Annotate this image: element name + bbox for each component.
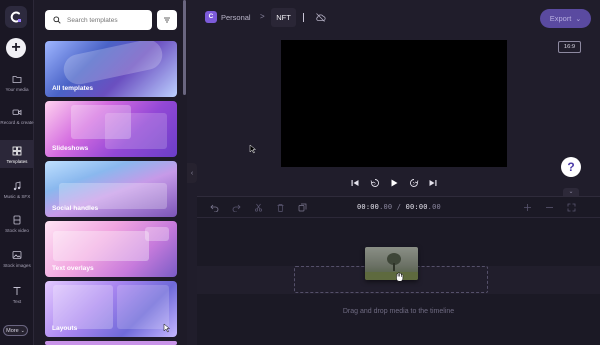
film-icon [13, 215, 21, 225]
duplicate-icon[interactable] [298, 203, 307, 212]
card-title: All templates [52, 85, 94, 92]
templates-panel: All templates Slideshows Social handles … [34, 0, 187, 345]
logo-icon [10, 11, 21, 23]
search-icon [53, 16, 61, 24]
skip-to-start-icon[interactable] [350, 178, 360, 188]
card-title: Social handles [52, 205, 99, 212]
music-note-icon [13, 181, 21, 191]
current-time: 00:00 [357, 203, 380, 211]
play-icon[interactable] [389, 178, 399, 188]
rail-item-your-media[interactable]: Your media [0, 74, 34, 98]
project-title-input[interactable]: NFT [271, 8, 296, 27]
drop-hint-text: Drag and drop media to the timeline [342, 308, 455, 315]
video-preview[interactable] [281, 40, 507, 167]
fit-to-screen-icon[interactable] [567, 203, 576, 212]
workspace-name[interactable]: Personal [221, 13, 251, 22]
zoom-out-icon[interactable] [545, 203, 554, 212]
total-time-frac: .00 [427, 203, 441, 211]
dragged-media-thumbnail[interactable] [365, 247, 418, 280]
export-label: Export [549, 14, 572, 23]
playback-controls: 5 5 [350, 176, 438, 190]
template-card-social-handles[interactable]: Social handles [45, 161, 177, 217]
rail-item-text[interactable]: Text [0, 286, 34, 310]
folder-icon [12, 76, 22, 83]
mouse-cursor-icon [249, 144, 257, 154]
workspace-avatar[interactable]: C [205, 11, 217, 23]
help-button[interactable]: ? [561, 157, 581, 177]
rail-item-stock-images[interactable]: Stock images [0, 250, 34, 274]
svg-text:5: 5 [412, 182, 414, 186]
text-icon [13, 287, 21, 295]
collapse-panel-button[interactable]: ‹ [187, 163, 197, 183]
rail-item-record-create[interactable]: Record & create [0, 107, 34, 135]
rail-item-label: Music & SFX [3, 194, 31, 199]
image-icon [12, 251, 22, 259]
card-title: Text overlays [52, 265, 94, 272]
chevron-down-icon: ⌄ [20, 327, 25, 334]
templates-icon [12, 146, 22, 156]
rail-item-templates[interactable]: Templates [0, 140, 34, 168]
rail-item-label: Templates [6, 159, 28, 164]
rail-item-label: Stock images [3, 263, 31, 268]
template-card-layouts[interactable]: Layouts [45, 281, 177, 337]
undo-icon[interactable] [210, 203, 219, 212]
zoom-in-icon[interactable] [523, 203, 532, 212]
template-card-all-templates[interactable]: All templates [45, 41, 177, 97]
scissors-icon[interactable] [254, 203, 263, 212]
breadcrumb-separator: > [260, 12, 265, 21]
current-time-frac: .00 [379, 203, 393, 211]
rail-item-music-sfx[interactable]: Music & SFX [0, 181, 34, 205]
left-rail: + Your media Record & create Templates M… [0, 0, 34, 345]
rail-item-label: Record & create [0, 120, 34, 125]
rail-item-stock-video[interactable]: Stock video [0, 215, 34, 239]
filter-button[interactable] [157, 10, 177, 30]
create-new-button[interactable]: + [6, 38, 26, 58]
cursor-arrow-icon [163, 323, 171, 333]
template-card-slideshows[interactable]: Slideshows [45, 101, 177, 157]
redo-icon[interactable] [232, 203, 241, 212]
more-button[interactable]: More ⌄ [3, 325, 28, 336]
timeline-toolbar: 00:00.00 / 00:00.00 [197, 197, 600, 218]
template-card-partial[interactable] [45, 341, 177, 345]
export-button[interactable]: Export ⌄ [540, 9, 591, 28]
search-box[interactable] [45, 10, 152, 30]
svg-text:5: 5 [373, 182, 375, 186]
aspect-ratio-button[interactable]: 16:9 [558, 41, 581, 53]
rail-item-label: Text [12, 299, 22, 304]
card-title: Layouts [52, 325, 78, 332]
grab-hand-icon [396, 272, 404, 282]
delete-icon[interactable] [276, 203, 285, 212]
filter-icon [164, 17, 170, 23]
timecode-separator: / [392, 203, 406, 211]
forward-5-icon[interactable]: 5 [409, 178, 419, 188]
clipchamp-logo[interactable] [5, 6, 27, 28]
search-input[interactable] [67, 16, 152, 24]
camera-icon [12, 109, 22, 116]
rewind-5-icon[interactable]: 5 [370, 178, 380, 188]
rail-item-label: Stock video [5, 228, 29, 233]
chevron-down-icon: ⌄ [575, 15, 582, 23]
timecode-display: 00:00.00 / 00:00.00 [357, 203, 441, 211]
more-label: More [6, 327, 19, 334]
rail-item-label: Your media [5, 87, 29, 92]
cloud-off-icon[interactable] [315, 12, 326, 23]
card-title: Slideshows [52, 145, 89, 152]
collapse-properties-button[interactable]: ⌄ [563, 188, 579, 196]
template-card-text-overlays[interactable]: Text overlays [45, 221, 177, 277]
timeline: 00:00.00 / 00:00.00 Drag and drop media … [197, 196, 600, 345]
panel-scrollbar[interactable] [183, 0, 186, 95]
total-time: 00:00 [405, 203, 428, 211]
text-caret [303, 13, 304, 22]
skip-to-end-icon[interactable] [428, 178, 438, 188]
